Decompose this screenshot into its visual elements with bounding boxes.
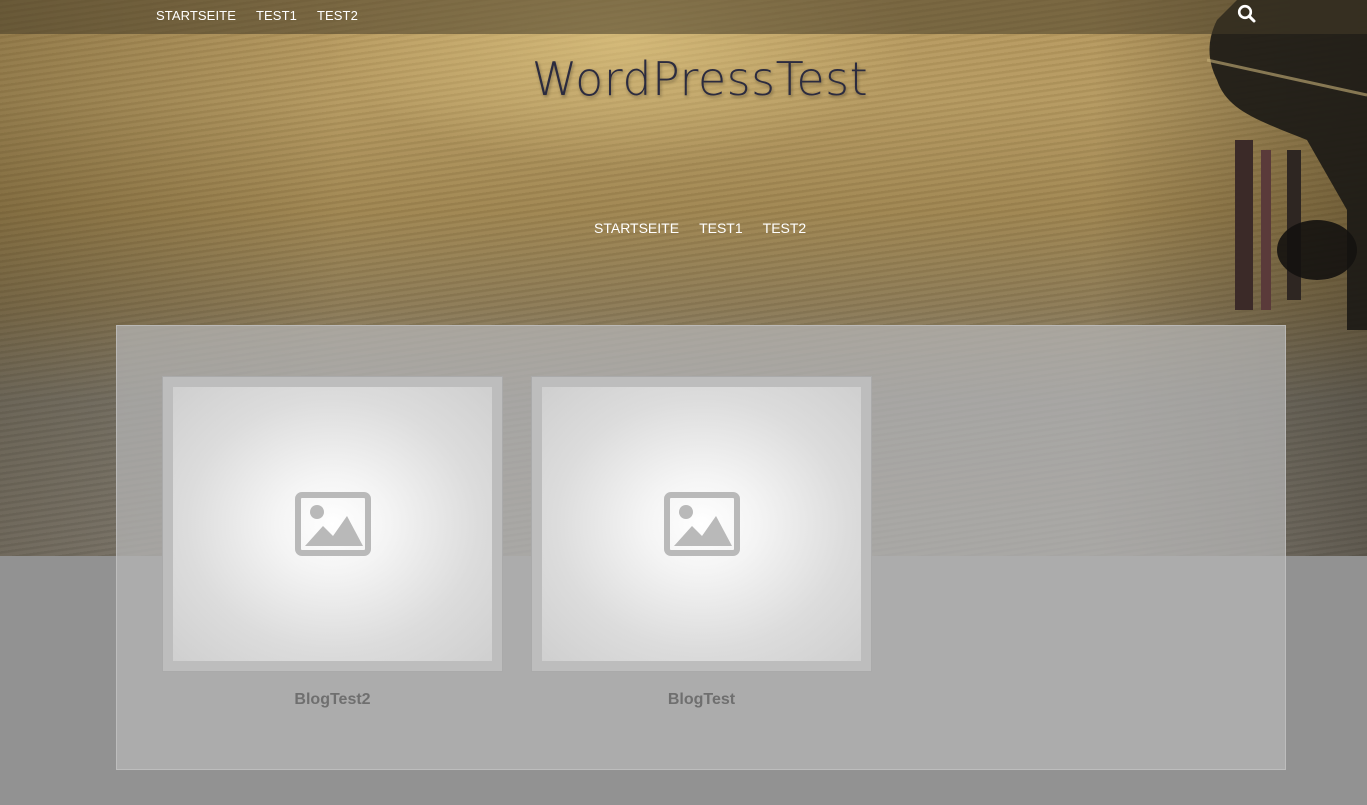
post-card: BlogTest2 — [162, 376, 503, 709]
post-title[interactable]: BlogTest2 — [162, 691, 503, 709]
image-placeholder-icon — [663, 492, 740, 556]
post-title[interactable]: BlogTest — [531, 691, 872, 709]
top-nav: STARTSEITE TEST1 TEST2 — [156, 0, 358, 30]
content-panel: BlogTest2 BlogTest — [116, 325, 1286, 770]
boat-silhouette — [1206, 0, 1367, 330]
main-nav: STARTSEITE TEST1 TEST2 — [594, 220, 806, 240]
post-thumbnail-image — [173, 387, 492, 661]
top-bar: STARTSEITE TEST1 TEST2 — [0, 0, 1367, 34]
post-thumbnail[interactable] — [531, 376, 872, 672]
main-nav-test2[interactable]: TEST2 — [763, 220, 807, 240]
top-nav-test2[interactable]: TEST2 — [317, 8, 358, 23]
post-thumbnail-image — [542, 387, 861, 661]
post-card: BlogTest — [531, 376, 872, 709]
main-nav-test1[interactable]: TEST1 — [699, 220, 743, 240]
site-title[interactable]: WordPressTest — [0, 52, 1367, 106]
top-nav-startseite[interactable]: STARTSEITE — [156, 8, 236, 23]
top-nav-test1[interactable]: TEST1 — [256, 8, 297, 23]
search-icon[interactable] — [1236, 3, 1258, 25]
post-thumbnail[interactable] — [162, 376, 503, 672]
main-nav-startseite[interactable]: STARTSEITE — [594, 220, 679, 240]
image-placeholder-icon — [294, 492, 371, 556]
